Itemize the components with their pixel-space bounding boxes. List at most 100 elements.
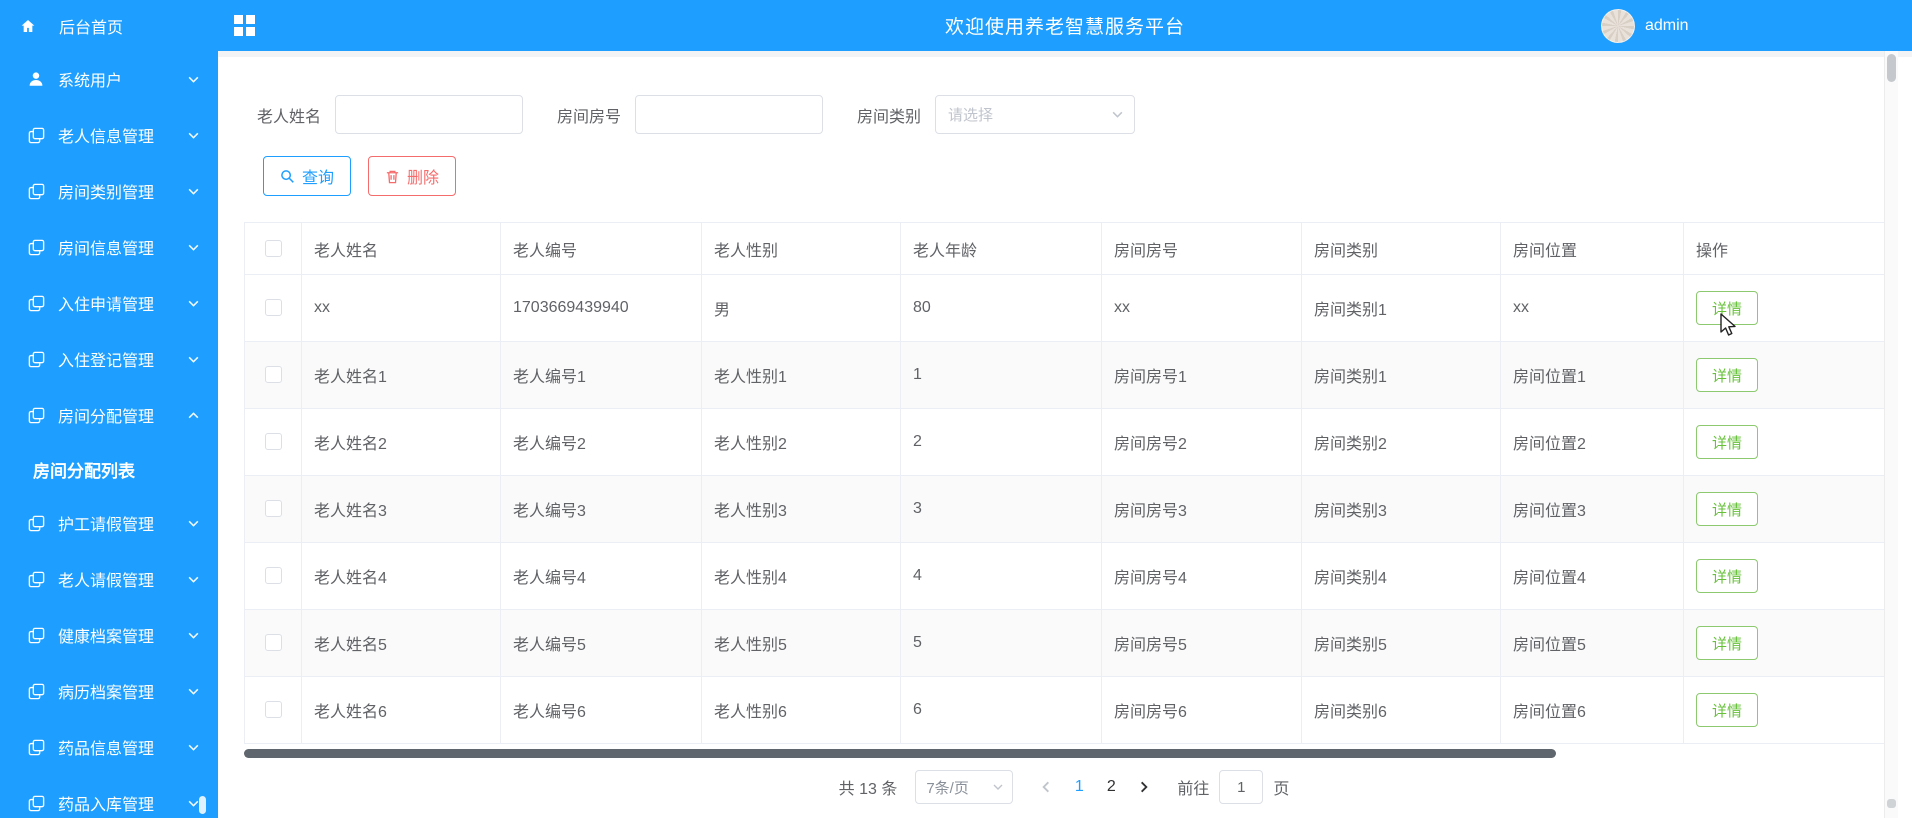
doc-icon [26,237,46,257]
doc-icon [26,405,46,425]
vertical-scrollbar[interactable] [1884,51,1898,818]
detail-button[interactable]: 详情 [1696,693,1759,727]
detail-button[interactable]: 详情 [1696,559,1759,593]
menu-grid-icon[interactable] [234,15,255,36]
page-size-select[interactable]: 7条/页 [915,770,1014,804]
prev-page-button[interactable] [1029,770,1063,804]
table-cell: 老人编号1 [500,341,702,409]
table-cell: 80 [900,274,1102,342]
doc-icon [26,625,46,645]
doc-icon [26,513,46,533]
page-button-2[interactable]: 2 [1095,770,1127,804]
sidebar-item[interactable]: 药品信息管理 [0,719,218,775]
sidebar-item[interactable]: 房间类别管理 [0,163,218,219]
sidebar-item[interactable]: 房间分配管理 [0,387,218,443]
action-cell: 详情 [1683,542,1885,610]
detail-button[interactable]: 详情 [1696,492,1759,526]
pagination-total: 共 13 条 [838,781,898,798]
user-menu[interactable]: admin [1601,0,1689,51]
row-checkbox[interactable] [264,433,282,451]
goto-page-input[interactable] [1219,770,1264,804]
sidebar-item[interactable]: 护工请假管理 [0,495,218,551]
sidebar-item[interactable]: 老人信息管理 [0,107,218,163]
sidebar-item[interactable]: 入住申请管理 [0,275,218,331]
sidebar-item-label: 药品入库管理 [58,797,155,814]
table-row: 老人姓名1 老人编号1 老人性别1 1 房间房号1 房间类别1 房间位置1 详情 [244,341,1885,409]
sidebar-item[interactable]: 老人请假管理 [0,551,218,607]
table-cell: 老人性别3 [701,475,901,543]
delete-button[interactable]: 删除 [368,156,457,196]
table-cell: 房间位置2 [1500,408,1684,476]
goto-suffix: 页 [1273,781,1290,798]
goto-label: 前往 [1177,781,1210,798]
table-cell: 2 [900,408,1102,476]
doc-icon [26,293,46,313]
chevron-down-icon [187,741,200,754]
sidebar-item[interactable]: 房间信息管理 [0,219,218,275]
sidebar-item-label: 房间分配管理 [58,409,155,426]
search-name-input[interactable] [335,95,524,134]
table-cell: 房间类别1 [1301,341,1501,409]
detail-button[interactable]: 详情 [1696,626,1759,660]
chevron-down-icon [187,73,200,86]
table-body: xx 1703669439940 男 80 xx 房间类别1 xx 详情 老人姓名1 老人编号1 老… [244,274,1885,744]
room-type-select[interactable]: 请选择 [935,95,1136,134]
row-checkbox[interactable] [264,366,282,384]
next-page-button[interactable] [1127,770,1161,804]
column-header: 房间类别 [1301,222,1501,275]
row-checkbox[interactable] [264,299,282,317]
row-checkbox[interactable] [264,634,282,652]
detail-button[interactable]: 详情 [1696,291,1759,325]
sidebar-item[interactable]: 健康档案管理 [0,607,218,663]
sidebar-scrollbar-thumb[interactable] [199,796,206,814]
table-cell: 老人编号3 [500,475,702,543]
sidebar-item-label: 入住登记管理 [58,353,155,370]
sidebar-item[interactable]: 病历档案管理 [0,663,218,719]
sidebar-item[interactable]: 入住登记管理 [0,331,218,387]
column-header: 房间位置 [1500,222,1684,275]
action-cell: 详情 [1683,609,1885,677]
table-cell: xx [1101,274,1302,342]
search-room-input[interactable] [635,95,824,134]
select-all-checkbox[interactable] [264,239,282,257]
chevron-down-icon [187,297,200,310]
table-cell: 老人姓名2 [301,408,501,476]
page-title: 欢迎使用养老智慧服务平台 [944,17,1186,38]
table-header: 老人姓名 老人编号 老人性别 老人年龄 房间房号 房间类别 房间位置 操作 [244,222,1885,275]
sidebar-subitem-active[interactable]: 房间分配列表 [0,443,218,495]
detail-button[interactable]: 详情 [1696,425,1759,459]
column-header: 房间房号 [1101,222,1302,275]
row-checkbox[interactable] [264,567,282,585]
page-button-1[interactable]: 1 [1063,770,1095,804]
home-icon [18,16,38,36]
search-field-name: 老人姓名 [257,95,524,134]
table-cell: 房间类别4 [1301,542,1501,610]
sidebar-item-label: 药品信息管理 [58,741,155,758]
data-table: 老人姓名 老人编号 老人性别 老人年龄 房间房号 房间类别 房间位置 操作 xx 1703669… [244,222,1885,744]
chevron-down-icon [992,781,1004,793]
search-field-type: 房间类别 请选择 [857,95,1136,134]
sidebar-item[interactable]: 系统用户 [0,51,218,107]
vertical-scrollbar-thumb[interactable] [1887,54,1896,82]
query-button[interactable]: 查询 [263,156,352,196]
table-cell: 房间位置1 [1500,341,1684,409]
chevron-down-icon [187,573,200,586]
table-cell: 房间房号4 [1101,542,1302,610]
search-form: 老人姓名 房间房号 房间类别 请选择 [244,95,1884,134]
sidebar-item-label: 系统用户 [58,73,123,90]
horizontal-scrollbar-thumb[interactable] [244,749,1556,758]
home-link[interactable]: 后台首页 [0,14,218,38]
username: admin [1645,16,1689,34]
table-row: 老人姓名6 老人编号6 老人性别6 6 房间房号6 房间类别6 房间位置6 详情 [244,676,1885,744]
sidebar-item[interactable]: 药品入库管理 [0,775,218,818]
doc-icon [26,125,46,145]
action-cell: 详情 [1683,475,1885,543]
row-checkbox[interactable] [264,500,282,518]
sidebar-item-label: 房间信息管理 [58,241,155,258]
table-cell: 1703669439940 [500,274,702,342]
query-button-label: 查询 [302,170,335,187]
chevron-down-icon [187,629,200,642]
chevron-down-icon [187,685,200,698]
row-checkbox[interactable] [264,701,282,719]
detail-button[interactable]: 详情 [1696,358,1759,392]
